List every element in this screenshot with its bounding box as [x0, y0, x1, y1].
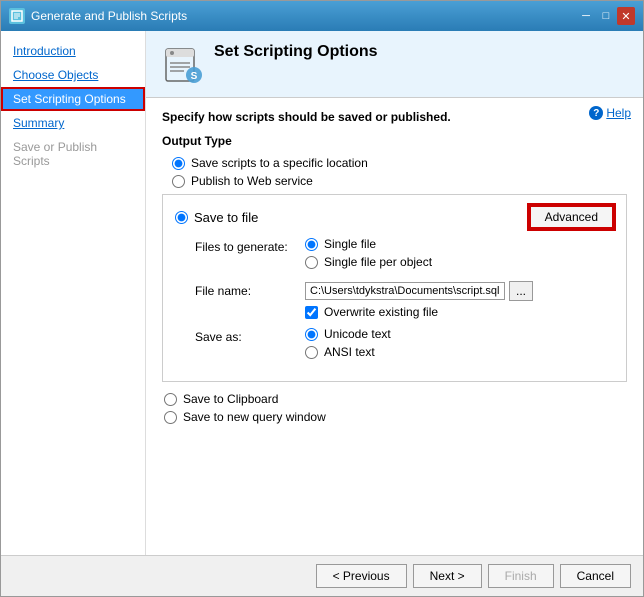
- radio-ansi[interactable]: ANSI text: [305, 345, 614, 359]
- file-path-input[interactable]: [305, 282, 505, 300]
- browse-button[interactable]: ...: [509, 281, 533, 301]
- main-content: ? Help Specify how scripts should be sav…: [146, 98, 643, 555]
- sidebar: Introduction Choose Objects Set Scriptin…: [1, 31, 146, 555]
- maximize-button[interactable]: □: [597, 7, 615, 25]
- save-clipboard-label: Save to Clipboard: [183, 392, 278, 406]
- radio-single-file-per-object[interactable]: Single file per object: [305, 255, 614, 269]
- help-link[interactable]: ? Help: [589, 106, 631, 120]
- minimize-button[interactable]: ─: [577, 7, 595, 25]
- save-clipboard-radio[interactable]: [164, 393, 177, 406]
- overwrite-row: Overwrite existing file: [305, 305, 614, 319]
- header-text: Set Scripting Options: [214, 43, 378, 63]
- previous-button[interactable]: < Previous: [316, 564, 407, 588]
- sidebar-item-set-scripting-options[interactable]: Set Scripting Options: [1, 87, 145, 111]
- save-file-section: Save to file Advanced Files to generate:…: [162, 194, 627, 382]
- overwrite-checkbox[interactable]: [305, 306, 318, 319]
- cancel-button[interactable]: Cancel: [560, 564, 631, 588]
- save-clipboard-option[interactable]: Save to Clipboard: [164, 392, 627, 406]
- save-query-window-option[interactable]: Save to new query window: [164, 410, 627, 424]
- file-input-row: ...: [305, 281, 614, 301]
- radio-single-file[interactable]: Single file: [305, 237, 614, 251]
- title-bar: Generate and Publish Scripts ─ □ ✕: [1, 1, 643, 31]
- save-to-file-label: Save to file: [194, 210, 258, 225]
- files-to-generate-row: Files to generate: Single file Single fi…: [195, 237, 614, 273]
- ansi-label: ANSI text: [324, 345, 375, 359]
- app-icon: [9, 8, 25, 24]
- save-file-header: Save to file Advanced: [175, 205, 614, 229]
- unicode-label: Unicode text: [324, 327, 391, 341]
- svg-text:S: S: [191, 71, 198, 82]
- save-as-controls: Unicode text ANSI text: [305, 327, 614, 363]
- save-specific-label: Save scripts to a specific location: [191, 156, 368, 170]
- window-title: Generate and Publish Scripts: [31, 9, 187, 23]
- file-name-label: File name:: [195, 281, 305, 298]
- sidebar-item-introduction[interactable]: Introduction: [1, 39, 145, 63]
- instruction-text: Specify how scripts should be saved or p…: [162, 110, 627, 124]
- file-name-row: File name: ... Overwrite existing file: [195, 281, 614, 319]
- header-icon: S: [162, 45, 202, 85]
- save-file-radio-row: Save to file: [175, 210, 258, 225]
- main-panel: S Set Scripting Options ? Help Specify h…: [146, 31, 643, 555]
- content-area: Introduction Choose Objects Set Scriptin…: [1, 31, 643, 555]
- sidebar-item-summary[interactable]: Summary: [1, 111, 145, 135]
- help-icon: ?: [589, 106, 603, 120]
- next-button[interactable]: Next >: [413, 564, 482, 588]
- window-controls: ─ □ ✕: [577, 7, 635, 25]
- radio-publish-web[interactable]: Publish to Web service: [172, 174, 627, 188]
- save-as-label: Save as:: [195, 327, 305, 344]
- output-type-group: Save scripts to a specific location Publ…: [172, 156, 627, 188]
- save-query-window-label: Save to new query window: [183, 410, 326, 424]
- title-bar-left: Generate and Publish Scripts: [9, 8, 187, 24]
- sidebar-item-choose-objects[interactable]: Choose Objects: [1, 63, 145, 87]
- output-type-label: Output Type: [162, 134, 627, 148]
- file-name-controls: ... Overwrite existing file: [305, 281, 614, 319]
- single-file-label: Single file: [324, 237, 376, 251]
- files-to-generate-controls: Single file Single file per object: [305, 237, 614, 273]
- finish-button[interactable]: Finish: [488, 564, 554, 588]
- close-button[interactable]: ✕: [617, 7, 635, 25]
- save-to-file-radio[interactable]: [175, 211, 188, 224]
- single-file-per-object-label: Single file per object: [324, 255, 432, 269]
- publish-web-label: Publish to Web service: [191, 174, 313, 188]
- save-as-row: Save as: Unicode text ANSI text: [195, 327, 614, 363]
- advanced-button[interactable]: Advanced: [529, 205, 614, 229]
- radio-save-specific[interactable]: Save scripts to a specific location: [172, 156, 627, 170]
- main-header: S Set Scripting Options: [146, 31, 643, 98]
- main-window: Generate and Publish Scripts ─ □ ✕ Intro…: [0, 0, 644, 597]
- overwrite-label: Overwrite existing file: [324, 305, 438, 319]
- sidebar-item-save-publish: Save or Publish Scripts: [1, 135, 145, 173]
- save-query-window-radio[interactable]: [164, 411, 177, 424]
- radio-unicode[interactable]: Unicode text: [305, 327, 614, 341]
- help-label: Help: [606, 106, 631, 120]
- page-title: Set Scripting Options: [214, 43, 378, 61]
- files-to-generate-label: Files to generate:: [195, 237, 305, 254]
- footer: < Previous Next > Finish Cancel: [1, 555, 643, 596]
